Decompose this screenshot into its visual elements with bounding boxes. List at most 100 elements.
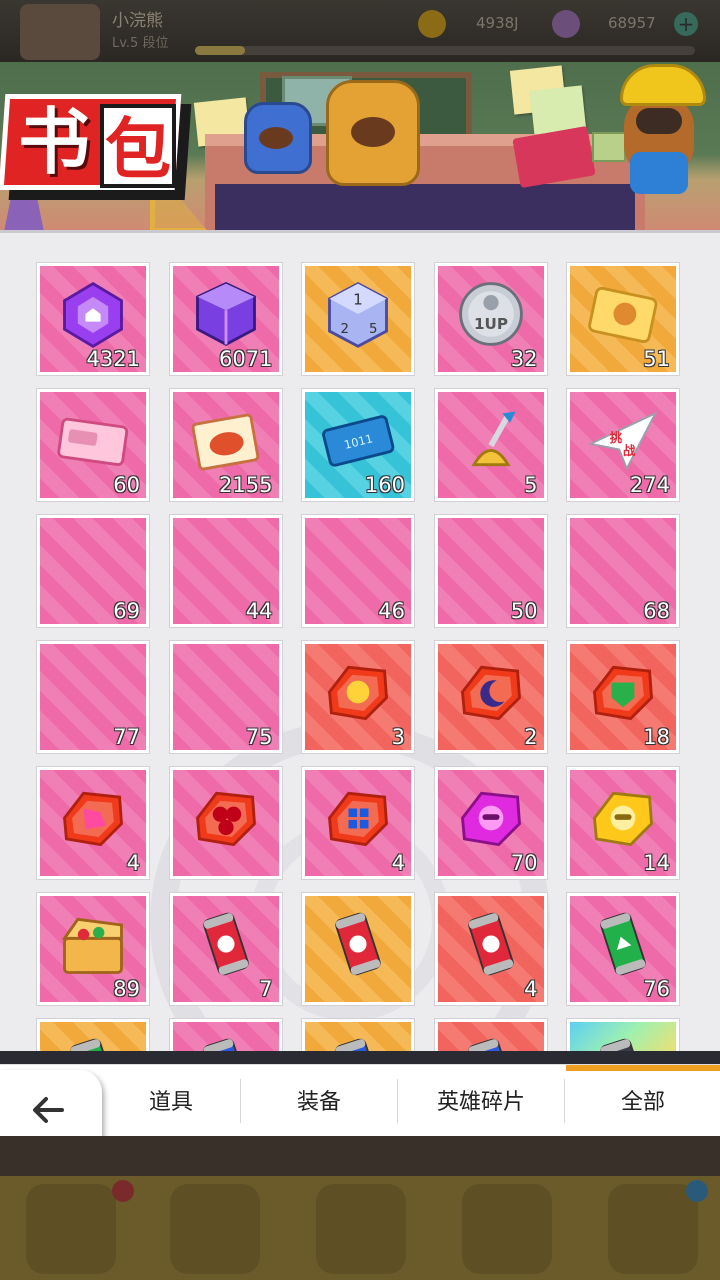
main-bottom-nav xyxy=(0,1176,720,1280)
blue-can-icon xyxy=(452,1032,530,1051)
dark-can-icon xyxy=(584,1032,662,1051)
inventory-item-slot[interactable] xyxy=(567,1019,679,1051)
inventory-item-slot[interactable]: 77 xyxy=(37,641,149,753)
inventory-item-slot[interactable] xyxy=(302,1019,414,1051)
nav-chat-icon[interactable] xyxy=(608,1184,698,1274)
item-count: 7 xyxy=(259,977,273,1001)
puzzle-piece-icon xyxy=(187,654,265,730)
paper-plane-challenge-icon: 挑战 xyxy=(584,402,662,478)
player-level: Lv.5 段位 xyxy=(112,36,169,51)
item-count: 4 xyxy=(524,977,538,1001)
item-count: 6071 xyxy=(219,347,273,371)
tab-hero-shards[interactable]: 英雄碎片 xyxy=(398,1065,564,1137)
inventory-item-slot[interactable]: 76 xyxy=(567,893,679,1005)
dice-icon: 12 5 xyxy=(319,276,397,352)
puzzle-piece-icon xyxy=(452,528,530,604)
puzzle-piece-icon xyxy=(584,528,662,604)
backpack-header-scene: 书 包 xyxy=(0,62,720,230)
inventory-item-slot[interactable]: 2 xyxy=(434,641,547,753)
item-count: 2155 xyxy=(219,473,273,497)
puzzle-piece-icon xyxy=(187,528,265,604)
item-count: 75 xyxy=(245,725,273,749)
raccoon-magenta-chip-icon xyxy=(452,780,530,856)
inventory-item-slot[interactable]: 5 xyxy=(434,389,547,501)
item-count: 60 xyxy=(113,473,140,497)
inventory-item-slot[interactable]: 1UP 32 xyxy=(434,263,547,375)
add-currency-button[interactable]: + xyxy=(674,12,698,36)
inventory-item-slot[interactable]: 挑战 274 xyxy=(567,389,679,501)
inventory-item-slot[interactable]: 50 xyxy=(434,515,547,627)
item-count: 4 xyxy=(126,851,140,875)
inventory-item-slot[interactable]: 4321 xyxy=(37,263,149,375)
pink-ticket-icon xyxy=(54,402,132,478)
item-count: 4 xyxy=(391,851,405,875)
inventory-item-slot[interactable]: 51 xyxy=(567,263,679,375)
item-count: 50 xyxy=(510,599,538,623)
inventory-item-slot[interactable]: 70 xyxy=(434,767,547,879)
svg-text:1UP: 1UP xyxy=(473,315,507,333)
page-title-badge: 书 包 xyxy=(0,94,192,204)
binary-ticket-icon: 1011 xyxy=(319,402,397,478)
svg-text:战: 战 xyxy=(623,443,636,458)
notification-badge xyxy=(112,1180,134,1202)
svg-text:5: 5 xyxy=(369,322,377,337)
inventory-item-slot[interactable] xyxy=(434,1019,547,1051)
inventory-item-slot[interactable]: 18 xyxy=(567,641,679,753)
tab-items[interactable]: 道具 xyxy=(102,1065,240,1137)
inventory-item-slot[interactable]: 7 xyxy=(169,893,282,1005)
inventory-item-slot[interactable]: 1011 160 xyxy=(302,389,414,501)
inventory-item-slot[interactable] xyxy=(169,1019,282,1051)
pink-shape-chip-icon xyxy=(54,780,132,856)
golden-bell-icon xyxy=(452,402,530,478)
green-can-icon xyxy=(54,1032,132,1051)
tab-divider xyxy=(564,1079,565,1123)
player-status-bar: 小浣熊 Lv.5 段位 4938J 68957 + xyxy=(0,0,720,62)
item-count: 3 xyxy=(391,725,405,749)
moon-chip-icon xyxy=(452,654,530,730)
inventory-item-slot[interactable]: 46 xyxy=(302,515,414,627)
inventory-item-slot[interactable] xyxy=(302,893,414,1005)
inventory-item-slot[interactable]: 12 5 xyxy=(302,263,414,375)
inventory-item-slot[interactable]: 89 xyxy=(37,893,149,1005)
gold-card-icon xyxy=(584,276,662,352)
inventory-item-slot[interactable]: 68 xyxy=(567,515,679,627)
inventory-item-slot[interactable]: 69 xyxy=(37,515,149,627)
gem-amount: 68957 xyxy=(608,14,656,32)
green-leaf-chip-icon xyxy=(584,654,662,730)
red-fist-can-icon xyxy=(187,906,265,982)
blue-can-icon xyxy=(319,1032,397,1051)
item-count: 5 xyxy=(524,473,538,497)
inventory-item-slot[interactable]: 6071 xyxy=(169,263,282,375)
item-count: 14 xyxy=(643,851,670,875)
item-count: 160 xyxy=(364,473,405,497)
tab-equipment[interactable]: 装备 xyxy=(241,1065,397,1137)
nav-home-icon[interactable] xyxy=(26,1184,116,1274)
item-count: 70 xyxy=(510,851,538,875)
inventory-item-slot[interactable]: 14 xyxy=(567,767,679,879)
blue-can-icon xyxy=(187,1032,265,1051)
inventory-item-slot[interactable] xyxy=(37,1019,149,1051)
page-title-char-1: 书 xyxy=(17,100,90,184)
inventory-item-slot[interactable]: 60 xyxy=(37,389,149,501)
nav-shop-icon[interactable] xyxy=(170,1184,260,1274)
player-avatar[interactable] xyxy=(20,4,100,60)
inventory-item-slot[interactable]: 4 xyxy=(434,893,547,1005)
inventory-item-slot[interactable]: 4 xyxy=(37,767,149,879)
inventory-item-slot[interactable]: 4 xyxy=(302,767,414,879)
item-count: 46 xyxy=(378,599,405,623)
svg-text:1: 1 xyxy=(353,291,363,309)
nav-hero-icon[interactable] xyxy=(316,1184,406,1274)
nav-cards-icon[interactable] xyxy=(462,1184,552,1274)
tab-all[interactable]: 全部 xyxy=(566,1065,720,1137)
inventory-item-slot[interactable]: 44 xyxy=(169,515,282,627)
inventory-panel[interactable]: 4321 6071 1 2 5 1UP 32 51 60 2155 1011 160 5 挑战 274 69 4… xyxy=(0,230,720,1051)
inventory-item-slot[interactable]: 3 xyxy=(302,641,414,753)
blue-backpack-icon xyxy=(244,102,312,174)
inventory-item-slot[interactable]: 2155 xyxy=(169,389,282,501)
item-count: 77 xyxy=(113,725,140,749)
inventory-item-slot[interactable] xyxy=(169,767,282,879)
item-count: 4321 xyxy=(86,347,140,371)
coin-icon xyxy=(418,10,446,38)
inventory-item-slot[interactable]: 75 xyxy=(169,641,282,753)
arrow-left-icon xyxy=(28,1090,68,1137)
